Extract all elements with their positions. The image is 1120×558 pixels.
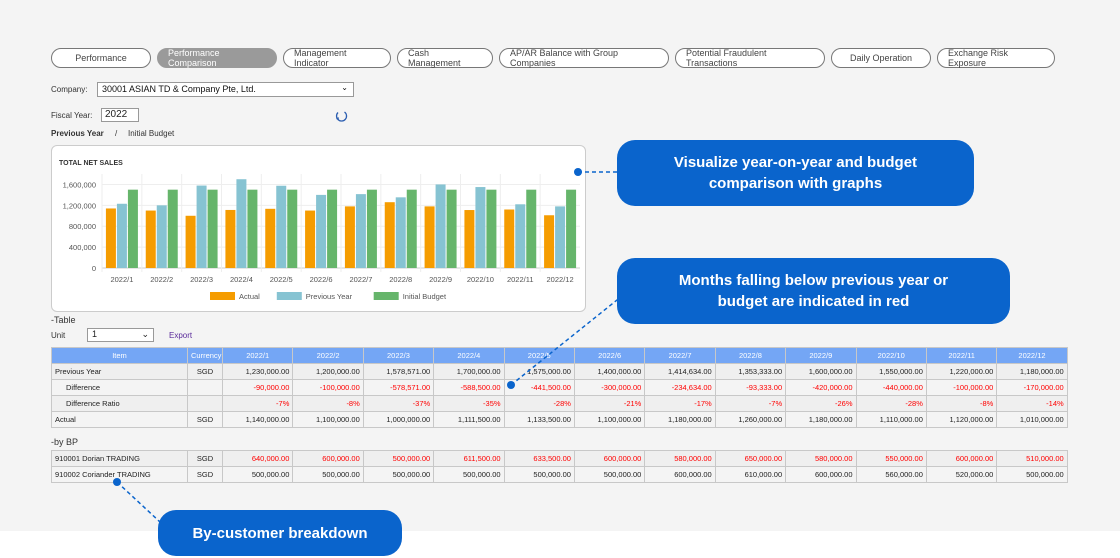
callout-dot <box>574 168 582 176</box>
callout-graphs: Visualize year-on-year and budget compar… <box>617 140 974 206</box>
callout-dot <box>507 381 515 389</box>
callout-red-months: Months falling below previous year or bu… <box>617 258 1010 324</box>
callout-by-customer: By-customer breakdown <box>158 510 402 556</box>
callout-dot <box>113 478 121 486</box>
